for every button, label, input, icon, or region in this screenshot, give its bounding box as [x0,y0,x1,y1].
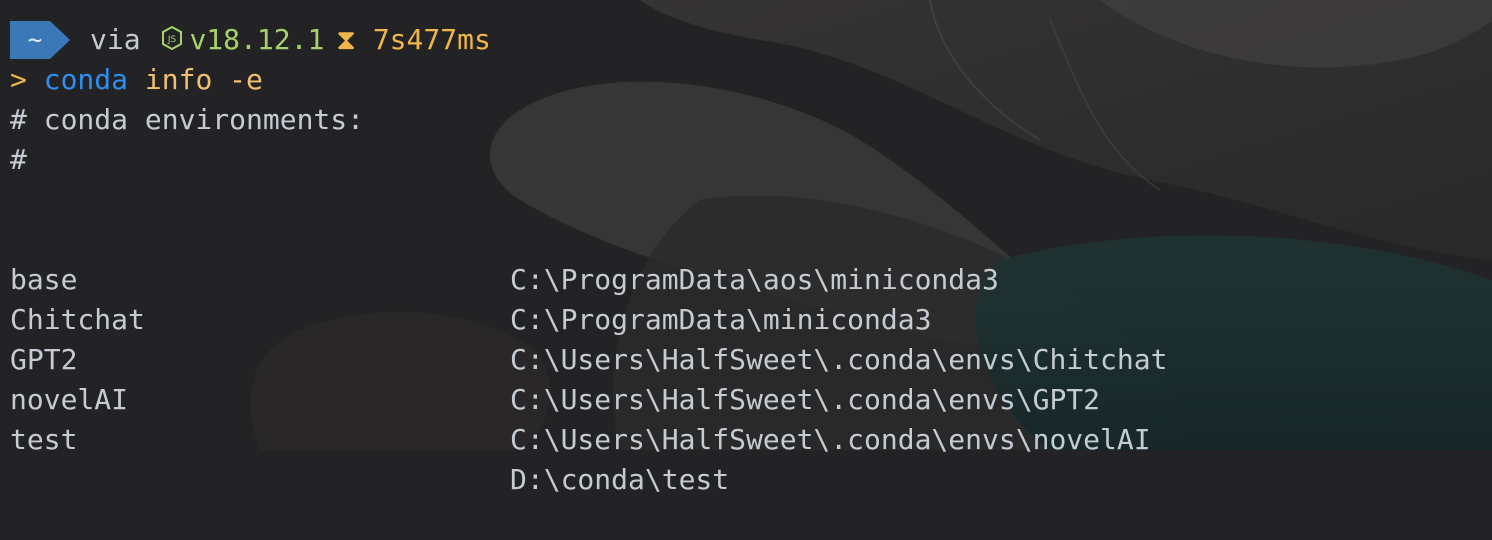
output-header: # conda environments: [10,103,365,136]
svg-text:JS: JS [167,35,177,45]
node-version: v18.12.1 [189,23,325,56]
prompt-char: > [10,63,27,96]
prompt-info-line: via JS v18.12.1 ⧗ 7s477ms [90,20,491,60]
env-row: novelAI C:\Users\HalfSweet\.conda\envs\n… [0,340,1492,456]
env-path: D:\conda\test [510,463,730,496]
prompt-directory: ~ [27,26,43,54]
nodejs-icon: JS [161,21,183,61]
env-name: test [10,423,78,456]
env-row: test D:\conda\test [0,380,1492,496]
output-header-hash: # [10,143,27,176]
hourglass-icon: ⧗ [336,23,356,56]
command-args: info -e [144,63,263,96]
env-row: C:\ProgramData\aos\miniconda3 [0,180,1492,296]
env-row: GPT2 C:\Users\HalfSweet\.conda\envs\GPT2 [0,300,1492,416]
terminal-window[interactable]: ~ via JS v18.12.1 ⧗ 7s477ms > conda info -… [0,0,1492,496]
env-row: base C:\ProgramData\miniconda3 [0,220,1492,336]
via-label: via [90,23,141,56]
command-name: conda [43,63,129,96]
command-line: > conda info -e [10,60,263,100]
command-duration: 7s477ms [372,23,491,56]
env-path: C:\Users\HalfSweet\.conda\envs\novelAI [510,423,1151,456]
env-row: Chitchat C:\Users\HalfSweet\.conda\envs\… [0,260,1492,376]
